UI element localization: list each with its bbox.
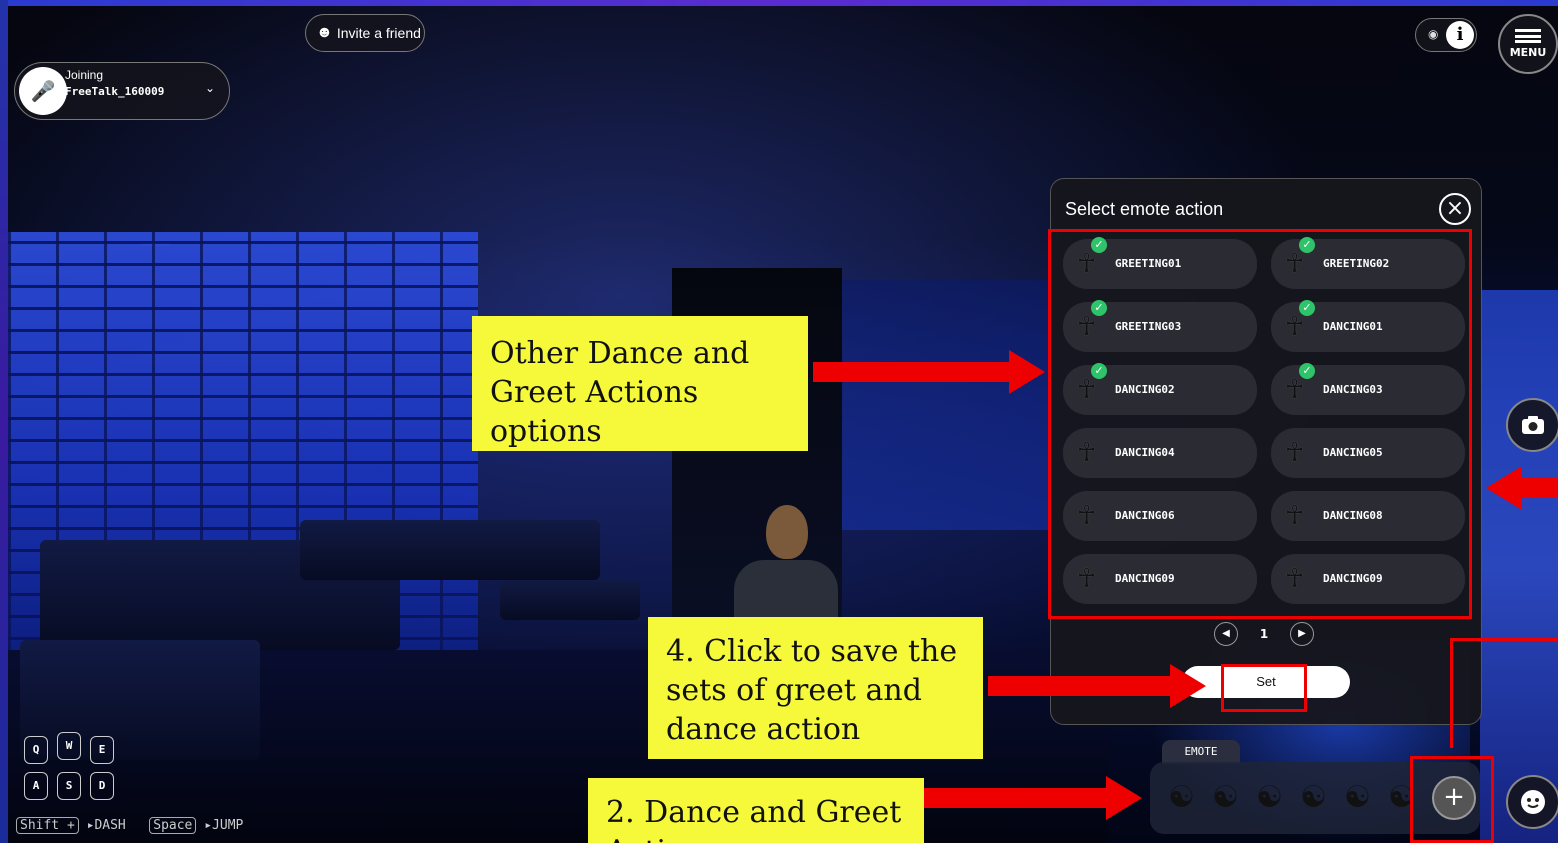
annotation-arrow xyxy=(1520,478,1558,498)
emote-tab[interactable]: EMOTE xyxy=(1162,740,1240,764)
key-e: E xyxy=(90,736,114,764)
emote-slot-icon[interactable]: ☯ xyxy=(1256,780,1283,815)
camera-icon xyxy=(1522,416,1544,434)
key-w: W xyxy=(57,732,81,760)
keyboard-shortcuts: Shift + ▸DASH Space ▸JUMP xyxy=(16,817,244,834)
annotation-arrow xyxy=(988,676,1172,696)
annotation-other-actions: Other Dance and Greet Actions options xyxy=(472,316,808,451)
window-glass xyxy=(840,280,1050,530)
window-frame-top xyxy=(0,0,1558,6)
info-icon[interactable]: i xyxy=(1446,21,1474,49)
camera-button[interactable] xyxy=(1506,398,1558,452)
emote-slot-icon[interactable]: ☯ xyxy=(1212,780,1239,815)
room-name: FreeTalk_160009 xyxy=(65,85,165,98)
key-s: S xyxy=(57,772,81,800)
page-number: 1 xyxy=(1259,627,1269,641)
annotation-arrow xyxy=(924,788,1108,808)
voice-channel-selector[interactable]: 🎤 Joining FreeTalk_160009 ⌄ xyxy=(14,62,230,120)
chevron-down-icon[interactable]: ⌄ xyxy=(205,81,215,95)
sofa xyxy=(300,520,600,580)
annotation-save-sets: 4. Click to save the sets of greet and d… xyxy=(648,617,983,759)
joining-label: Joining xyxy=(65,68,104,82)
dash-label: DASH xyxy=(94,818,126,833)
annotation-arrow-head xyxy=(1486,466,1522,510)
pagination: ◀ 1 ▶ xyxy=(1214,621,1314,647)
emote-slot-icon[interactable]: ☯ xyxy=(1300,780,1327,815)
annotation-dance-greet: 2. Dance and Greet Actions xyxy=(588,778,924,843)
panel-title: Select emote action xyxy=(1065,199,1224,219)
highlight-connector xyxy=(1450,638,1558,641)
prev-page-icon[interactable]: ◀ xyxy=(1214,622,1238,646)
next-page-icon[interactable]: ▶ xyxy=(1289,622,1314,646)
highlight-emote-grid xyxy=(1048,229,1472,619)
jump-label: JUMP xyxy=(212,818,244,833)
annotation-arrow xyxy=(813,362,1011,382)
smiley-icon xyxy=(1521,790,1545,814)
close-icon[interactable]: × xyxy=(1439,193,1471,225)
hamburger-icon xyxy=(1515,29,1541,43)
avatar-head xyxy=(766,505,808,559)
microphone-icon[interactable]: 🎤 xyxy=(19,67,67,115)
highlight-set-button xyxy=(1221,664,1307,712)
add-user-icon: ☻ xyxy=(316,24,333,41)
coffee-table xyxy=(500,580,640,620)
highlight-add-button xyxy=(1410,756,1494,843)
invite-label: Invite a friend xyxy=(336,25,421,41)
visibility-info-toggle[interactable]: ◉ i xyxy=(1415,18,1477,52)
annotation-arrow-head xyxy=(1009,350,1045,394)
key-q: Q xyxy=(24,736,48,764)
emote-slot-icon[interactable]: ☯ xyxy=(1344,780,1371,815)
annotation-arrow-head xyxy=(1170,664,1206,708)
shift-key: Shift + xyxy=(16,817,79,834)
eye-icon[interactable]: ◉ xyxy=(1428,27,1438,41)
key-a: A xyxy=(24,772,48,800)
annotation-arrow-head xyxy=(1106,776,1142,820)
window-frame-left xyxy=(0,0,8,843)
arrow-right-icon: ▸ xyxy=(204,818,213,833)
highlight-connector xyxy=(1450,638,1453,748)
space-key: Space xyxy=(149,817,197,834)
menu-label: MENU xyxy=(1509,46,1547,59)
key-d: D xyxy=(90,772,114,800)
invite-friend-button[interactable]: ☻ Invite a friend xyxy=(305,14,425,52)
emoji-button[interactable] xyxy=(1506,775,1558,829)
armchair xyxy=(20,640,260,760)
menu-button[interactable]: MENU xyxy=(1498,14,1558,74)
emote-slot-icon[interactable]: ☯ xyxy=(1168,780,1195,815)
